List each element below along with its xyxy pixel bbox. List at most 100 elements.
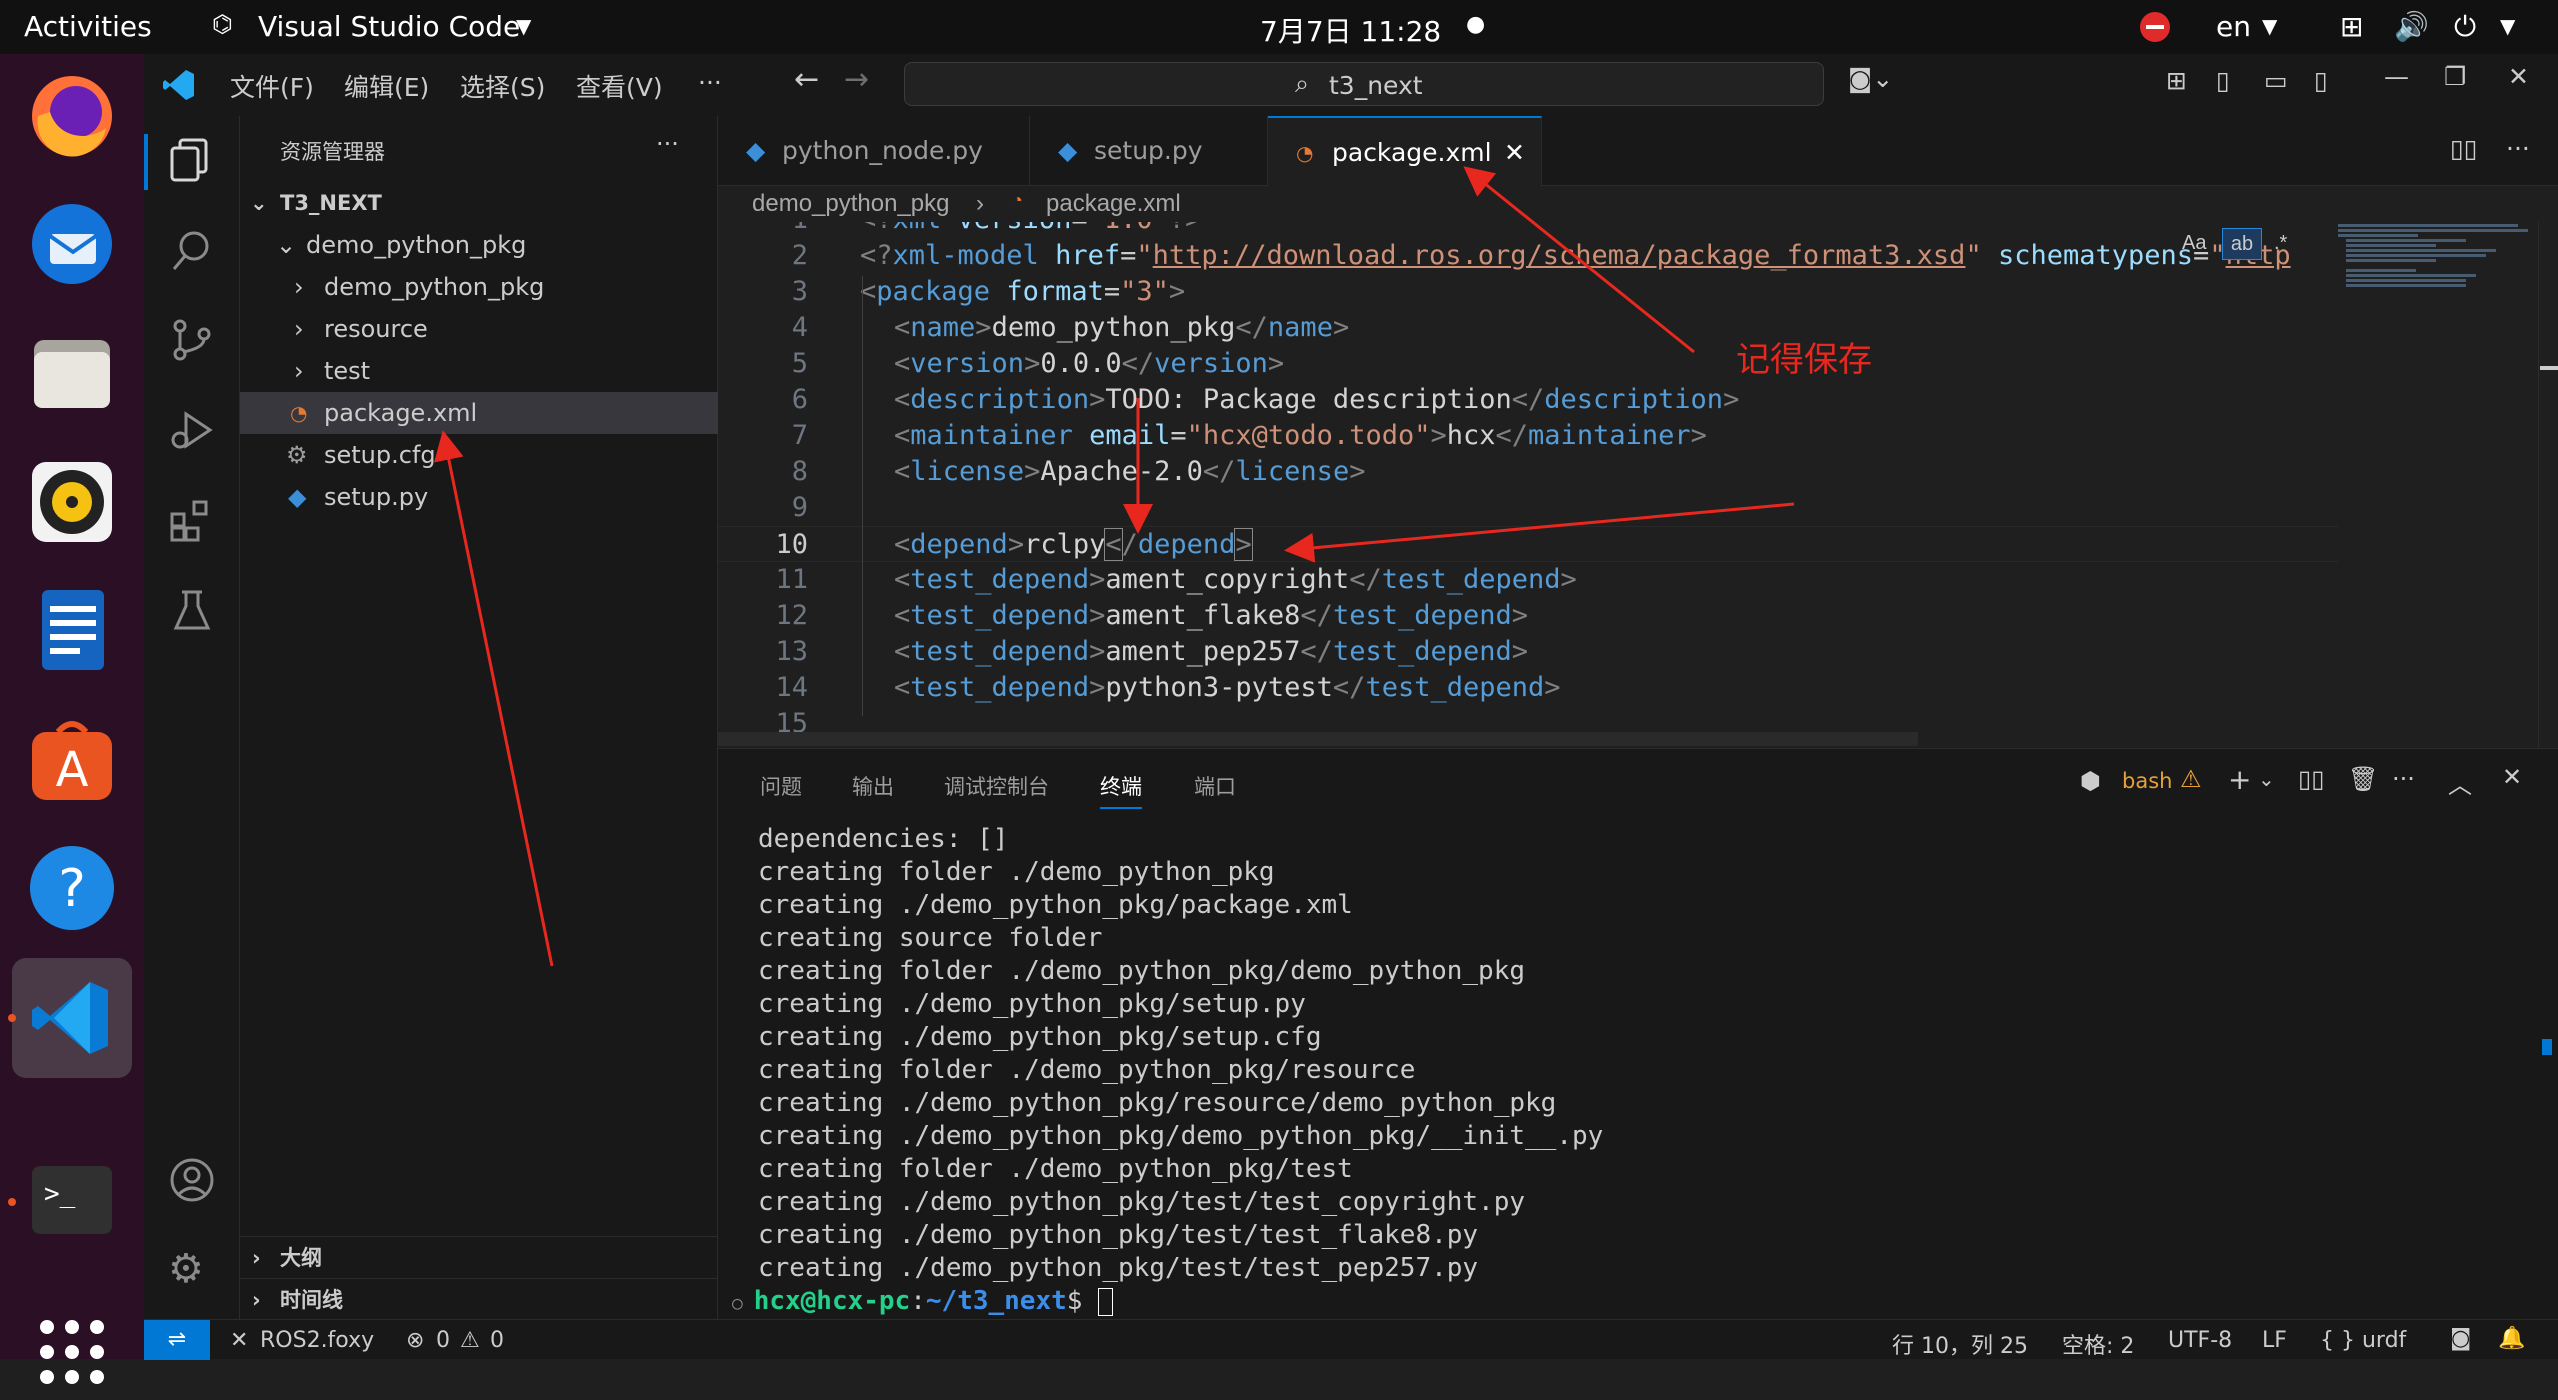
rhythmbox-icon[interactable] — [24, 454, 120, 550]
close-panel-icon[interactable]: ✕ — [2502, 763, 2522, 791]
notifications-bell-icon[interactable]: 🔔 — [2498, 1326, 2525, 1351]
maximize-icon[interactable]: ❐ — [2444, 62, 2466, 91]
do-not-disturb-icon[interactable] — [2140, 12, 2170, 42]
more-actions-icon[interactable]: ··· — [656, 130, 679, 158]
command-center-search[interactable]: ⌕ t3_next — [904, 62, 1824, 106]
source-control-icon[interactable] — [168, 316, 216, 368]
app-center-icon[interactable]: A — [24, 712, 120, 808]
vertical-scrollbar[interactable] — [2538, 222, 2550, 748]
copilot-status-icon[interactable]: ◙ — [2450, 1326, 2471, 1351]
menu-file[interactable]: 文件(F) — [230, 68, 314, 104]
tree-file-selected[interactable]: ◔ package.xml — [240, 392, 718, 434]
regex-toggle[interactable]: .* — [2274, 232, 2287, 255]
close-window-icon[interactable]: ✕ — [2508, 62, 2529, 91]
extensions-icon[interactable] — [168, 496, 216, 548]
tab-package-xml-active[interactable]: ◔ package.xml ✕ — [1268, 116, 1542, 186]
remote-indicator-icon[interactable]: ⇌ — [144, 1320, 210, 1360]
menu-selection[interactable]: 选择(S) — [460, 68, 545, 104]
accounts-icon[interactable] — [168, 1156, 216, 1208]
close-icon: ✕ — [230, 1328, 249, 1353]
tab-problems[interactable]: 问题 — [760, 771, 802, 801]
libreoffice-writer-icon[interactable] — [24, 582, 120, 678]
horizontal-scrollbar[interactable] — [718, 732, 1918, 746]
network-icon[interactable]: ⊞ — [2340, 10, 2363, 43]
tree-folder[interactable]: › resource — [240, 308, 718, 350]
maximize-panel-icon[interactable]: ︿ — [2448, 765, 2472, 800]
tab-setup-py[interactable]: ◆ setup.py — [1030, 116, 1268, 186]
tab-python-node[interactable]: ◆ python_node.py — [718, 116, 1030, 186]
toggle-primary-sidebar-icon[interactable]: ▯ — [2216, 66, 2230, 95]
timeline-section[interactable]: › 时间线 — [240, 1278, 718, 1320]
chevron-down-icon[interactable]: ▼ — [2262, 14, 2277, 38]
menu-more[interactable]: ··· — [698, 68, 722, 97]
ros-distro[interactable]: ROS2.foxy — [260, 1328, 374, 1353]
code-area[interactable]: 1<?xml version="1.0"?> 2<?xml-model href… — [718, 222, 2338, 748]
tree-folder[interactable]: ⌄ demo_python_pkg — [240, 224, 718, 266]
code-line: <?xml-model href="http://download.ros.or… — [860, 240, 2291, 271]
chevron-down-icon[interactable]: ▼ — [516, 14, 531, 38]
help-icon[interactable]: ? — [24, 840, 120, 936]
close-tab-icon[interactable]: ✕ — [1504, 118, 1525, 188]
indentation[interactable]: 空格: 2 — [2062, 1328, 2134, 1360]
terminal-icon[interactable]: >_ — [24, 1152, 120, 1248]
more-actions-icon[interactable]: ··· — [2392, 765, 2415, 793]
forward-arrow-icon[interactable]: → — [844, 62, 869, 97]
manage-gear-icon[interactable]: ⚙ — [168, 1246, 204, 1292]
language-mode[interactable]: { } urdf — [2320, 1328, 2406, 1353]
minimap[interactable] — [2338, 222, 2538, 322]
tree-folder[interactable]: › demo_python_pkg — [240, 266, 718, 308]
chevron-down-icon[interactable]: ⌄ — [2258, 767, 2275, 791]
toggle-secondary-sidebar-icon[interactable]: ▯ — [2314, 66, 2328, 95]
toggle-panel-icon[interactable]: ▭ — [2264, 66, 2288, 95]
copilot-icon[interactable]: ◙⌄ — [1848, 64, 1893, 93]
outline-section[interactable]: › 大纲 — [240, 1236, 718, 1278]
activities-button[interactable]: Activities — [24, 10, 152, 43]
error-count[interactable]: 0 — [436, 1328, 450, 1353]
tab-terminal[interactable]: 终端 — [1100, 771, 1142, 809]
back-arrow-icon[interactable]: ← — [794, 62, 819, 97]
testing-flask-icon[interactable] — [168, 586, 216, 638]
warning-count[interactable]: 0 — [490, 1328, 504, 1353]
volume-icon[interactable]: 🔊 — [2394, 10, 2429, 43]
files-icon[interactable] — [24, 324, 120, 420]
menu-view[interactable]: 查看(V) — [576, 68, 663, 104]
more-actions-icon[interactable]: ··· — [2506, 134, 2530, 163]
firefox-icon[interactable] — [24, 68, 120, 164]
run-debug-icon[interactable] — [168, 406, 216, 458]
new-terminal-icon[interactable]: + — [2228, 763, 2251, 796]
code-editor[interactable]: demo_python_pkg › ◔ package.xml Aa ab .*… — [718, 186, 2558, 748]
chevron-down-icon[interactable]: ▼ — [2500, 14, 2515, 38]
show-apps-icon[interactable] — [24, 1304, 120, 1400]
search-icon[interactable] — [168, 226, 216, 278]
cursor-position[interactable]: 行 10，列 25 — [1892, 1328, 2028, 1360]
split-terminal-icon[interactable]: ▯▯ — [2298, 765, 2324, 793]
terminal-shell-name[interactable]: bash — [2122, 769, 2172, 793]
tab-output[interactable]: 输出 — [852, 771, 894, 801]
thunderbird-icon[interactable] — [24, 196, 120, 292]
minimize-icon[interactable]: — — [2384, 62, 2409, 91]
tab-ports[interactable]: 端口 — [1194, 771, 1236, 801]
power-icon[interactable]: ⏻ — [2454, 10, 2476, 44]
vscode-dock-icon[interactable] — [12, 958, 132, 1078]
tree-file[interactable]: ◆ setup.py — [240, 476, 718, 518]
app-menu[interactable]: Visual Studio Code — [258, 10, 520, 43]
layout-customize-icon[interactable]: ⊞ — [2166, 66, 2187, 95]
clock[interactable]: 7月7日 11:28 — [1260, 10, 1441, 50]
line-ending[interactable]: LF — [2262, 1328, 2287, 1353]
trash-icon[interactable]: 🗑 — [2348, 765, 2378, 793]
terminal-output[interactable]: dependencies: [] creating folder ./demo_… — [718, 823, 2538, 1316]
match-case-toggle[interactable]: Aa — [2182, 232, 2206, 255]
tree-file[interactable]: ⚙ setup.cfg — [240, 434, 718, 476]
chevron-right-icon: › — [294, 273, 304, 301]
language-indicator[interactable]: en — [2216, 10, 2251, 43]
whole-word-toggle[interactable]: ab — [2222, 228, 2262, 260]
menu-edit[interactable]: 编辑(E) — [344, 68, 429, 104]
tree-folder[interactable]: › test — [240, 350, 718, 392]
find-options: Aa ab .* — [2182, 226, 2322, 262]
split-editor-icon[interactable]: ▯▯ — [2450, 134, 2478, 163]
workspace-header[interactable]: ⌄ T3_NEXT — [240, 182, 718, 224]
code-line: <test_depend>python3-pytest</test_depend… — [894, 672, 1561, 703]
encoding[interactable]: UTF-8 — [2168, 1328, 2232, 1353]
explorer-icon[interactable] — [168, 136, 216, 188]
tab-debug-console[interactable]: 调试控制台 — [944, 771, 1049, 801]
